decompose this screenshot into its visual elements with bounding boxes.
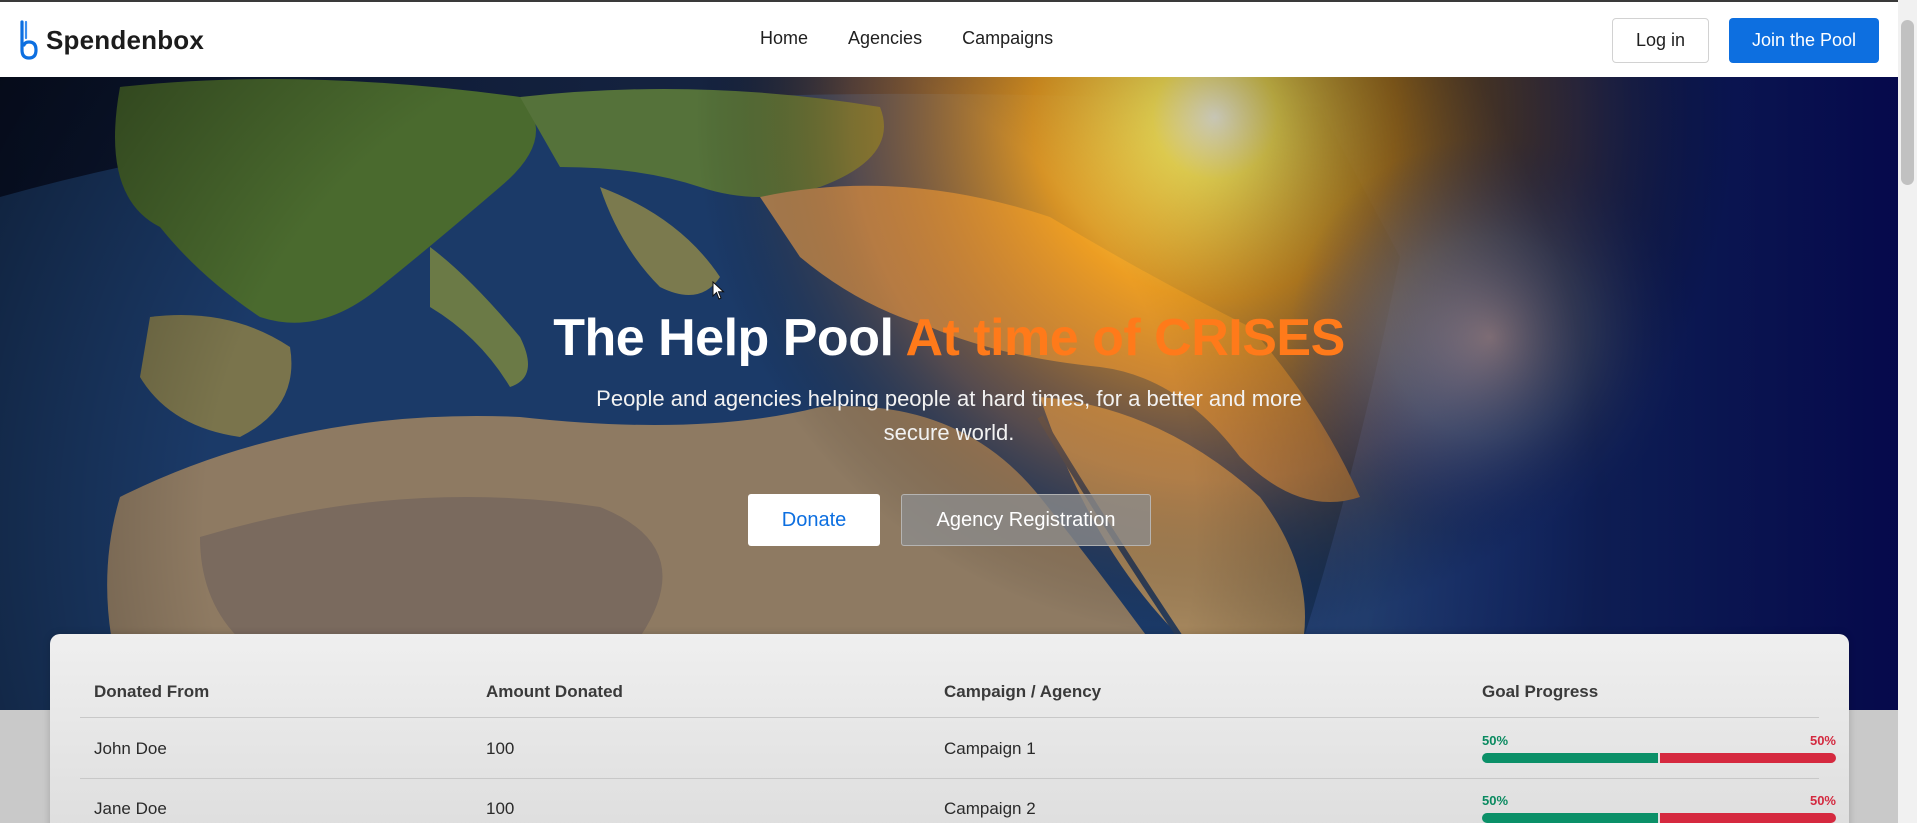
- column-header-goal-progress: Goal Progress: [1482, 682, 1599, 701]
- goal-progress: 50% 50%: [1482, 793, 1836, 823]
- donor-name: Jane Doe: [94, 799, 167, 818]
- brand[interactable]: Spendenbox: [18, 20, 204, 60]
- table-row[interactable]: Jane Doe 100 Campaign 2 50% 50%: [80, 779, 1836, 823]
- progress-bar-remaining: [1660, 753, 1836, 763]
- table-row[interactable]: John Doe 100 Campaign 1 50% 50%: [80, 719, 1836, 779]
- page-scrollbar[interactable]: [1898, 0, 1917, 823]
- hero-title: The Help Pool At time of CRISES: [0, 308, 1898, 368]
- table-header: Donated From Amount Donated Campaign / A…: [80, 634, 1819, 718]
- goal-progress: 50% 50%: [1482, 733, 1836, 763]
- hero-title-main: The Help Pool: [553, 309, 894, 367]
- scrollbar-thumb[interactable]: [1901, 20, 1914, 185]
- progress-bar-done: [1482, 813, 1658, 823]
- column-header-donated-from: Donated From: [94, 682, 210, 701]
- nav-link-agencies[interactable]: Agencies: [848, 28, 922, 49]
- column-header-amount-donated: Amount Donated: [486, 682, 623, 701]
- hero-content: The Help Pool At time of CRISES People a…: [0, 77, 1898, 710]
- column-header-campaign-agency: Campaign / Agency: [944, 682, 1102, 701]
- main-nav: Home Agencies Campaigns: [760, 28, 1093, 49]
- hero-section: The Help Pool At time of CRISES People a…: [0, 77, 1898, 710]
- agency-registration-button[interactable]: Agency Registration: [901, 494, 1151, 546]
- campaign-name: Campaign 1: [944, 739, 1036, 758]
- mouse-cursor-icon: [712, 281, 725, 300]
- donation-amount: 100: [486, 799, 515, 818]
- progress-bar-done: [1482, 753, 1658, 763]
- brand-name: Spendenbox: [46, 24, 205, 55]
- progress-done-label: 50%: [1482, 793, 1509, 808]
- nav-link-campaigns[interactable]: Campaigns: [962, 28, 1053, 49]
- progress-remaining-label: 50%: [1809, 733, 1836, 748]
- campaign-name: Campaign 2: [944, 799, 1036, 818]
- hero-title-accent: At time of CRISES: [905, 309, 1345, 367]
- login-button[interactable]: Log in: [1612, 18, 1709, 63]
- nav-link-home[interactable]: Home: [760, 28, 808, 49]
- progress-bar: [1482, 813, 1836, 823]
- spendenbox-logo-icon: [20, 20, 38, 60]
- progress-bar: [1482, 753, 1836, 763]
- donor-name: John Doe: [94, 739, 167, 758]
- donations-table: Donated From Amount Donated Campaign / A…: [50, 634, 1849, 823]
- top-navbar: Spendenbox Home Agencies Campaigns Log i…: [0, 0, 1898, 77]
- progress-done-label: 50%: [1482, 733, 1509, 748]
- hero-subtitle: People and agencies helping people at ha…: [596, 386, 1302, 445]
- progress-bar-remaining: [1660, 813, 1836, 823]
- donate-button[interactable]: Donate: [748, 494, 880, 546]
- progress-remaining-label: 50%: [1809, 793, 1836, 808]
- join-the-pool-button[interactable]: Join the Pool: [1729, 18, 1879, 63]
- donation-amount: 100: [486, 739, 515, 758]
